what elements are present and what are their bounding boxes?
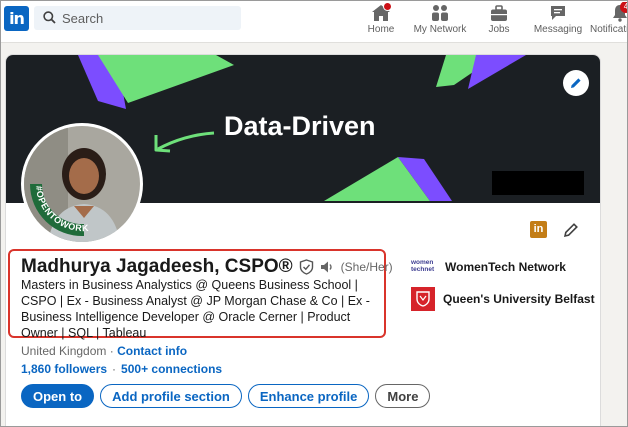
home-notification-dot bbox=[383, 2, 392, 11]
womentech-logo: women technet bbox=[411, 259, 437, 275]
enhance-profile-button[interactable]: Enhance profile bbox=[247, 384, 370, 408]
nav-notifications[interactable]: 4 Notificati bbox=[590, 2, 628, 40]
nav-home-label: Home bbox=[367, 24, 395, 35]
org-list: women technet WomenTech Network Queen's … bbox=[411, 259, 595, 323]
nav-messaging[interactable]: Messaging bbox=[533, 2, 583, 40]
more-button[interactable]: More bbox=[375, 384, 431, 408]
pencil-icon bbox=[571, 78, 581, 88]
search-box[interactable] bbox=[34, 6, 241, 30]
nav-messaging-label: Messaging bbox=[533, 24, 583, 35]
open-to-button[interactable]: Open to bbox=[21, 384, 95, 408]
verified-shield-icon[interactable] bbox=[299, 259, 314, 275]
separator-dot: · bbox=[112, 362, 117, 376]
womentech-logo-text-1: women bbox=[411, 259, 434, 266]
briefcase-icon bbox=[491, 5, 507, 21]
card-actions: in bbox=[530, 221, 579, 238]
location: United Kingdom bbox=[21, 344, 107, 358]
pencil-icon[interactable] bbox=[563, 222, 579, 238]
followers-row: 1,860 followers · 500+ connections bbox=[21, 362, 222, 376]
nav-notifications-label: Notificati bbox=[590, 24, 628, 35]
org-name: Queen's University Belfast bbox=[443, 292, 595, 306]
profile-card: Data-Driven #OPENTOWORK in Madhurya Jaga… bbox=[5, 54, 601, 427]
pronouns: (She/Her) bbox=[340, 260, 393, 274]
connections-link[interactable]: 500+ connections bbox=[121, 362, 222, 376]
avatar-photo: #OPENTOWORK bbox=[24, 126, 140, 242]
top-nav: in Home My Network Jobs Messaging 4 bbox=[0, 0, 628, 43]
org-item[interactable]: women technet WomenTech Network bbox=[411, 259, 595, 275]
profile-headline: Masters in Business Analystics @ Queens … bbox=[21, 278, 370, 340]
nav-jobs-label: Jobs bbox=[488, 24, 510, 35]
location-row: United Kingdom · Contact info bbox=[21, 344, 187, 358]
profile-name: Madhurya Jagadeesh, CSPO® bbox=[21, 256, 293, 277]
nav-my-network-label: My Network bbox=[413, 24, 467, 35]
search-icon bbox=[43, 11, 56, 24]
banner-title: Data-Driven bbox=[224, 111, 376, 141]
notification-badge: 4 bbox=[620, 2, 628, 13]
linkedin-premium-icon[interactable]: in bbox=[530, 221, 547, 238]
followers-link[interactable]: 1,860 followers bbox=[21, 362, 107, 376]
messaging-icon bbox=[551, 6, 565, 20]
profile-actions: Open to Add profile section Enhance prof… bbox=[21, 384, 431, 408]
separator-dot: · bbox=[109, 344, 114, 358]
nav-my-network[interactable]: My Network bbox=[412, 2, 468, 40]
edit-banner-button[interactable] bbox=[563, 70, 589, 96]
network-icon bbox=[432, 5, 448, 21]
contact-info-link[interactable]: Contact info bbox=[117, 344, 187, 358]
nav-home[interactable]: Home bbox=[366, 2, 396, 40]
nav-jobs[interactable]: Jobs bbox=[484, 2, 514, 40]
name-row: Madhurya Jagadeesh, CSPO® (She/Her) bbox=[21, 256, 393, 278]
org-name: WomenTech Network bbox=[445, 260, 566, 274]
org-item[interactable]: Queen's University Belfast bbox=[411, 287, 595, 311]
speaker-icon[interactable] bbox=[320, 260, 335, 274]
linkedin-logo[interactable]: in bbox=[4, 6, 29, 31]
redaction-box bbox=[492, 171, 584, 195]
add-profile-section-button[interactable]: Add profile section bbox=[100, 384, 242, 408]
university-crest-icon bbox=[411, 287, 435, 311]
womentech-logo-text-2: technet bbox=[411, 266, 435, 273]
profile-avatar[interactable]: #OPENTOWORK bbox=[21, 123, 143, 245]
search-input[interactable] bbox=[62, 8, 232, 28]
